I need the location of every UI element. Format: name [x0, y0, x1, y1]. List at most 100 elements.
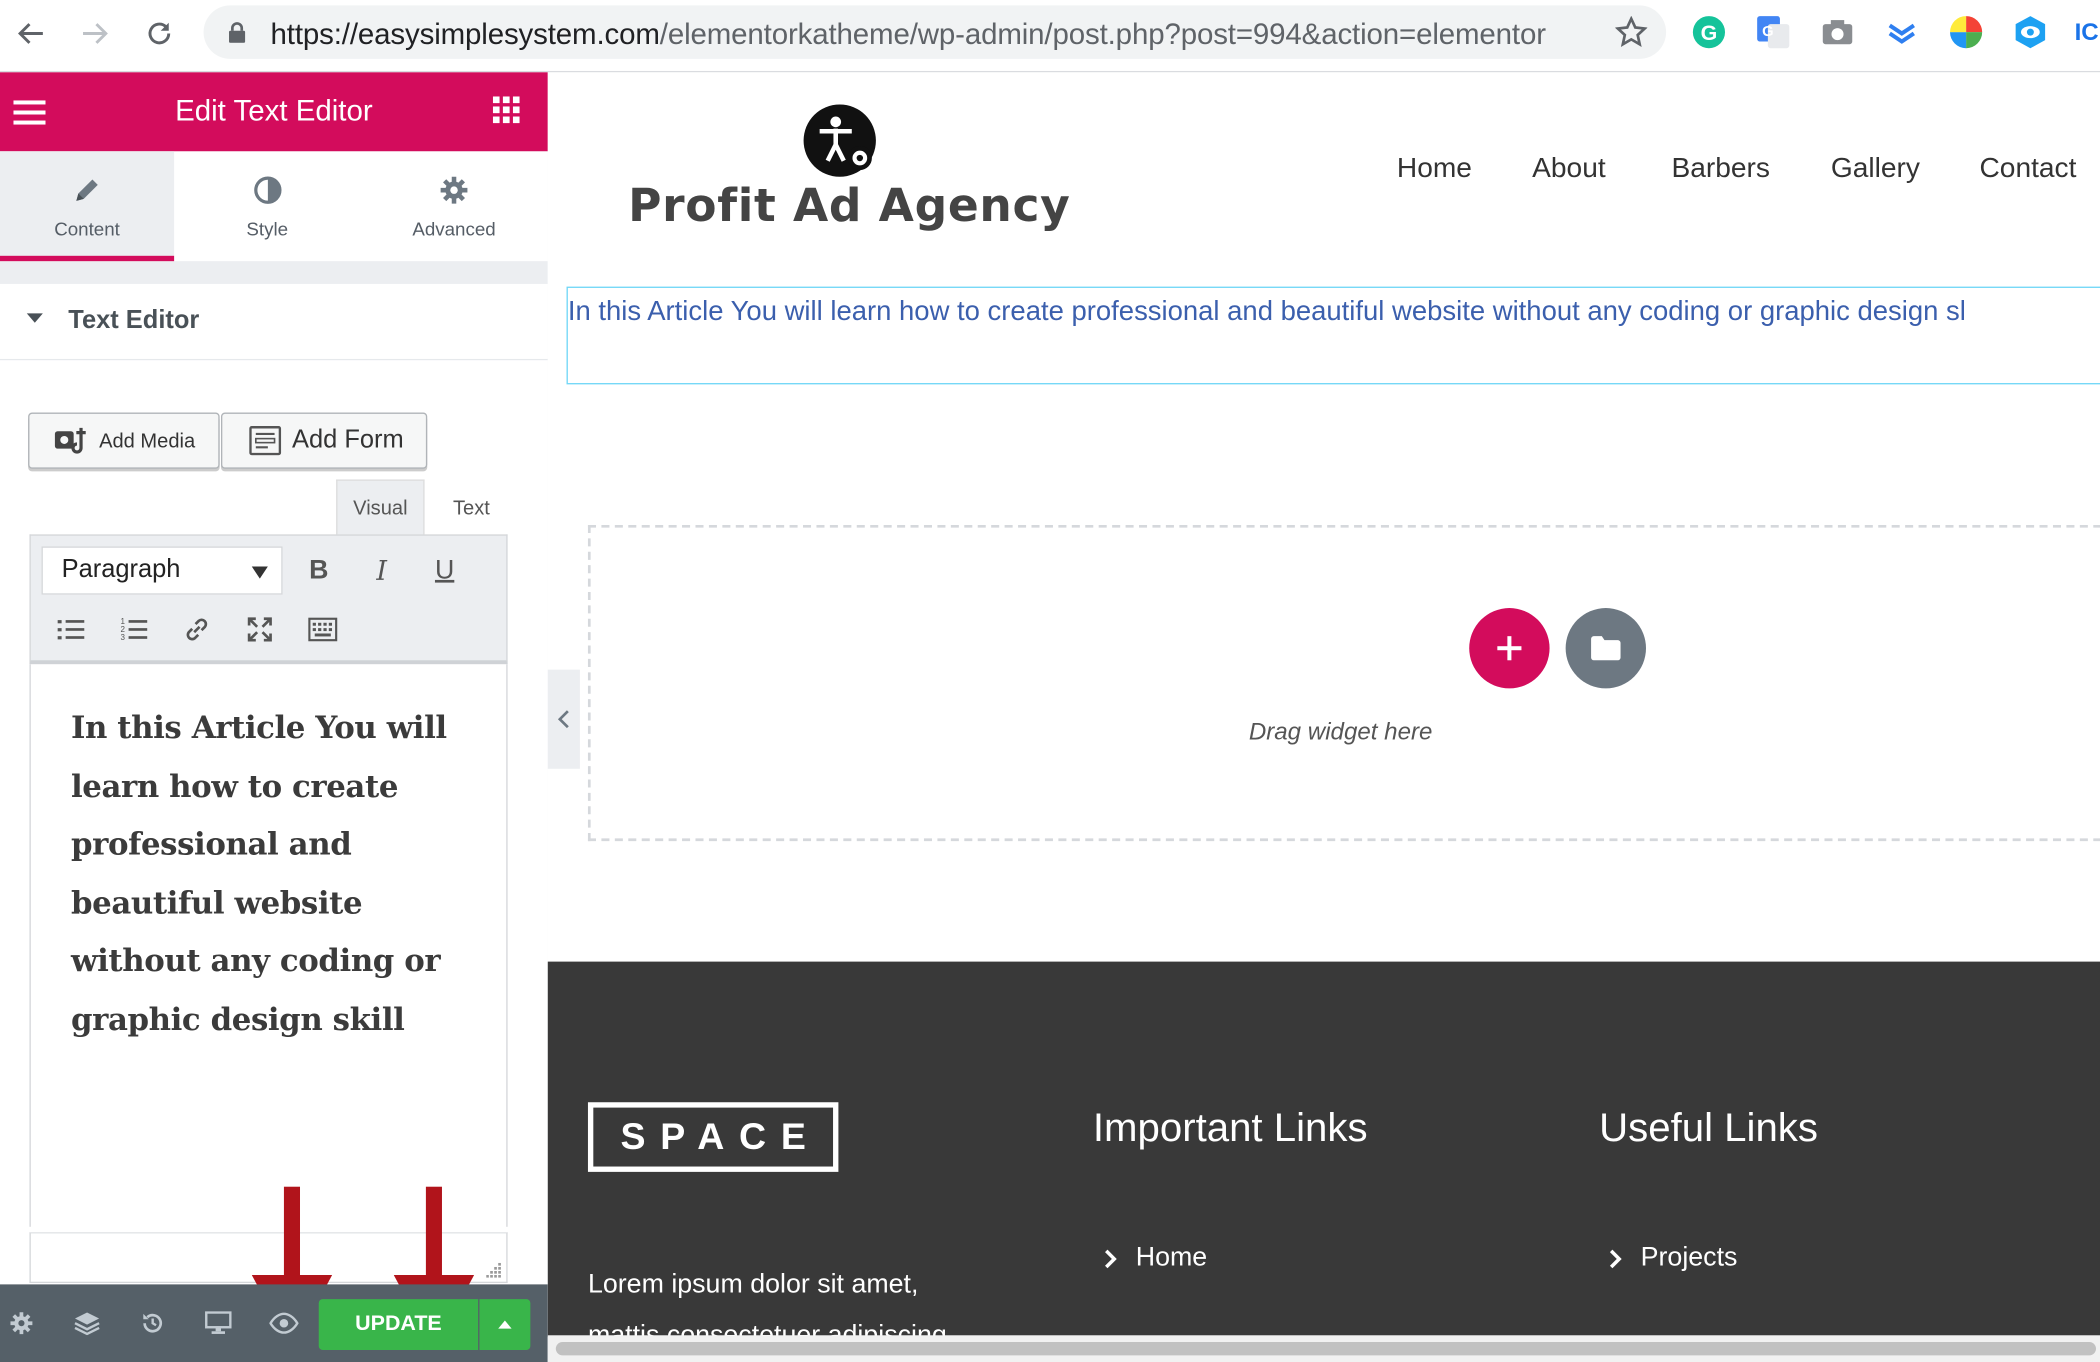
fullscreen-button[interactable] [241, 611, 279, 649]
empty-section-dropzone[interactable]: Drag widget here [587, 525, 2100, 842]
tab-content-label: Content [54, 218, 120, 240]
tab-style-label: Style [246, 218, 289, 240]
url-text: https://easysimplesystem.com/elementorka… [270, 17, 1547, 51]
svg-text:G: G [1762, 24, 1773, 40]
panel-tabs: Content Style Advanced [0, 151, 548, 262]
browser-toolbar: https://easysimplesystem.com/elementorka… [0, 0, 2100, 73]
footer-logo[interactable]: SPACE [587, 1102, 839, 1172]
history-icon [143, 1313, 163, 1333]
tab-content[interactable]: Content [0, 151, 175, 262]
widgets-grid-icon[interactable] [492, 96, 520, 124]
bookmark-star-icon[interactable] [1615, 16, 1648, 48]
format-select-value: Paragraph [61, 555, 181, 584]
panel-title: Edit Text Editor [175, 93, 373, 128]
caret-up-icon [498, 1320, 512, 1329]
grammarly-extension[interactable]: G [1690, 13, 1728, 51]
folder-icon [1591, 636, 1621, 661]
underline-button[interactable]: U [426, 552, 464, 590]
tab-text[interactable]: Text [431, 479, 511, 535]
underline-icon: U [434, 555, 455, 585]
drag-widget-hint: Drag widget here [1248, 717, 1433, 745]
screenshot-extension[interactable] [1819, 13, 1857, 51]
bold-button[interactable]: B [300, 552, 338, 590]
chevron-left-icon [557, 710, 569, 729]
extension-partial[interactable]: IC [2073, 13, 2100, 51]
footer-link-label: Home [1135, 1242, 1208, 1273]
text-editor-widget[interactable]: In this Article You will learn how to cr… [566, 286, 2100, 385]
dropdown-arrow-icon [251, 566, 268, 579]
bullet-list-button[interactable] [52, 611, 90, 649]
contrast-icon [253, 176, 281, 204]
tab-visual[interactable]: Visual [336, 479, 425, 536]
nav-gallery[interactable]: Gallery [1831, 153, 1920, 185]
tab-style[interactable]: Style [174, 151, 360, 261]
numbered-list-button[interactable]: 123 [115, 611, 153, 649]
gear-icon [10, 1312, 33, 1335]
nav-contact[interactable]: Contact [1979, 153, 2076, 185]
logo-text: Profit Ad Agency [628, 179, 1071, 234]
pencil-icon [76, 179, 98, 201]
editor-toolbar: Paragraph B I U 123 [29, 534, 508, 665]
color-picker-extension[interactable] [1947, 13, 1985, 51]
navigator-button[interactable] [71, 1307, 103, 1339]
gear-icon [440, 176, 468, 204]
visual-editor-content[interactable]: In this Article You will learn how to cr… [29, 664, 508, 1227]
add-media-label: Add Media [99, 429, 196, 453]
link-icon [186, 618, 208, 641]
footer-link-home[interactable]: Home [1104, 1242, 1208, 1274]
horizontal-scrollbar[interactable] [547, 1335, 2100, 1362]
media-icon [54, 427, 86, 454]
resize-handle-icon[interactable] [486, 1262, 502, 1278]
responsive-mode-button[interactable] [202, 1307, 234, 1339]
save-options-button[interactable] [479, 1299, 531, 1351]
text-editor-section-toggle[interactable]: Text Editor [0, 283, 548, 361]
svg-text:3: 3 [121, 633, 126, 641]
arrow-left-icon [18, 23, 43, 44]
layers-icon [74, 1312, 100, 1336]
footer-link-projects[interactable]: Projects [1608, 1243, 1737, 1274]
plus-icon [1497, 636, 1522, 661]
panel-header: Edit Text Editor [0, 72, 548, 152]
reload-button[interactable] [142, 16, 177, 51]
clickup-extension[interactable] [1883, 13, 1921, 51]
reload-icon [148, 22, 171, 45]
chevron-right-icon [1105, 1249, 1117, 1268]
scrollbar-thumb[interactable] [555, 1341, 2097, 1356]
italic-button[interactable]: I [363, 552, 401, 590]
tab-advanced[interactable]: Advanced [360, 151, 548, 261]
back-button[interactable] [13, 16, 48, 51]
eye-extension[interactable] [2012, 13, 2050, 51]
caret-down-icon [26, 313, 43, 323]
nav-about[interactable]: About [1532, 153, 1606, 185]
svg-text:G: G [1701, 21, 1718, 45]
accessibility-gear-icon [819, 116, 872, 171]
useful-links-heading: Useful Links [1599, 1106, 1818, 1151]
logo-mark [803, 104, 876, 177]
collapse-panel-button[interactable] [547, 669, 580, 769]
forward-button[interactable] [78, 16, 113, 51]
nav-home[interactable]: Home [1397, 153, 1472, 185]
format-select[interactable]: Paragraph [41, 546, 283, 595]
add-template-button[interactable] [1565, 608, 1646, 689]
history-button[interactable] [137, 1307, 169, 1339]
site-footer: SPACE Lorem ipsum dolor sit amet, mattis… [547, 961, 2100, 1350]
address-bar[interactable]: https://easysimplesystem.com/elementorka… [203, 5, 1667, 59]
fullscreen-icon [247, 617, 272, 642]
preview-button[interactable] [268, 1307, 300, 1339]
settings-button[interactable] [5, 1307, 37, 1339]
keyboard-icon [308, 617, 338, 642]
camera-icon [1822, 20, 1853, 45]
add-form-button[interactable]: Add Form [220, 412, 428, 469]
add-form-label: Add Form [291, 425, 404, 455]
nav-barbers[interactable]: Barbers [1671, 153, 1769, 185]
add-media-button[interactable]: Add Media [28, 412, 220, 469]
update-button[interactable]: UPDATE [318, 1299, 479, 1351]
grammarly-icon: G [1692, 16, 1726, 49]
tab-advanced-label: Advanced [412, 218, 496, 240]
add-section-button[interactable] [1469, 608, 1550, 689]
link-button[interactable] [178, 611, 216, 649]
toolbar-toggle-button[interactable] [304, 611, 342, 649]
panel-footer: UPDATE [0, 1284, 548, 1362]
form-icon [249, 426, 282, 456]
translate-extension[interactable]: G [1754, 13, 1792, 51]
